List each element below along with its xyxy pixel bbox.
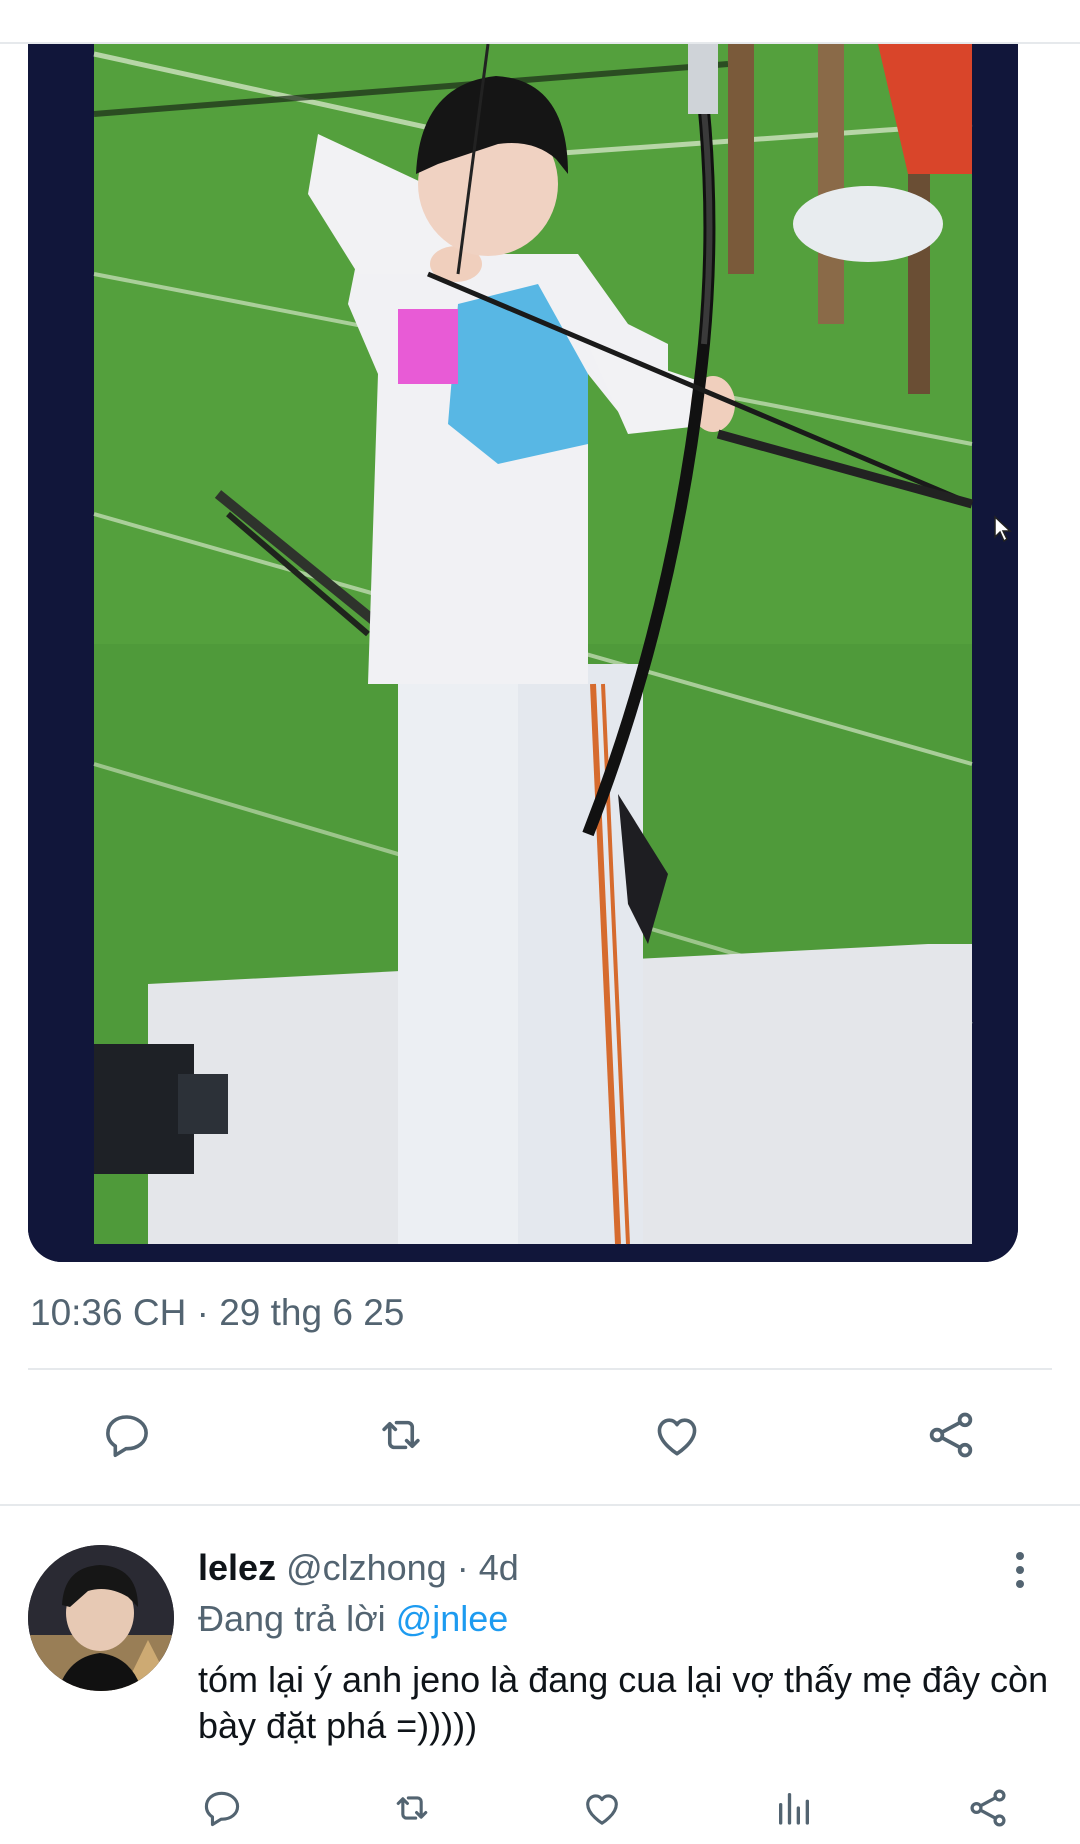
reply-like-button[interactable] — [572, 1778, 632, 1838]
share-icon — [929, 1412, 973, 1458]
reply-author-name[interactable]: lelez — [198, 1547, 276, 1588]
views-icon — [779, 1793, 809, 1825]
reply-icon — [204, 1791, 240, 1827]
avatar[interactable] — [28, 1545, 174, 1691]
like-icon — [586, 1794, 618, 1825]
share-button[interactable] — [916, 1400, 986, 1470]
reply-text: tóm lại ý anh jeno là đang cua lại vợ th… — [198, 1659, 1049, 1746]
reply-button[interactable] — [92, 1400, 162, 1470]
more-options-button[interactable] — [1005, 1548, 1035, 1592]
divider — [0, 1504, 1080, 1506]
reply-share-button[interactable] — [958, 1778, 1018, 1838]
cursor-icon — [994, 515, 1012, 543]
retweet-button[interactable] — [366, 1400, 436, 1470]
reply-icon — [106, 1415, 148, 1458]
replying-to-user[interactable]: @jnlee — [396, 1598, 509, 1639]
tweet-action-bar — [0, 1400, 1080, 1470]
reply-action-bar — [0, 1778, 1080, 1838]
like-button[interactable] — [642, 1400, 712, 1470]
more-vertical-icon — [1016, 1552, 1024, 1588]
replying-to-line: Đang trả lời @jnlee — [198, 1598, 508, 1640]
like-icon — [657, 1418, 697, 1456]
retweet-icon — [382, 1420, 420, 1450]
reply-author-handle[interactable]: @clzhong — [286, 1547, 447, 1588]
tweet-timestamp[interactable]: 10:36 CH · 29 thg 6 25 — [30, 1292, 404, 1334]
share-icon — [970, 1789, 1006, 1827]
reply-reply-button[interactable] — [192, 1778, 252, 1838]
reply-views-button[interactable] — [764, 1778, 824, 1838]
reply-separator: · — [446, 1547, 479, 1588]
reply-header: lelez @clzhong · 4d — [198, 1547, 519, 1589]
reply-retweet-button[interactable] — [382, 1778, 442, 1838]
retweet-icon — [396, 1796, 428, 1820]
replying-to-prefix: Đang trả lời — [198, 1598, 396, 1639]
divider — [28, 1368, 1052, 1370]
tweet-media-photo[interactable] — [28, 44, 1018, 1262]
reply-age: 4d — [478, 1547, 519, 1588]
